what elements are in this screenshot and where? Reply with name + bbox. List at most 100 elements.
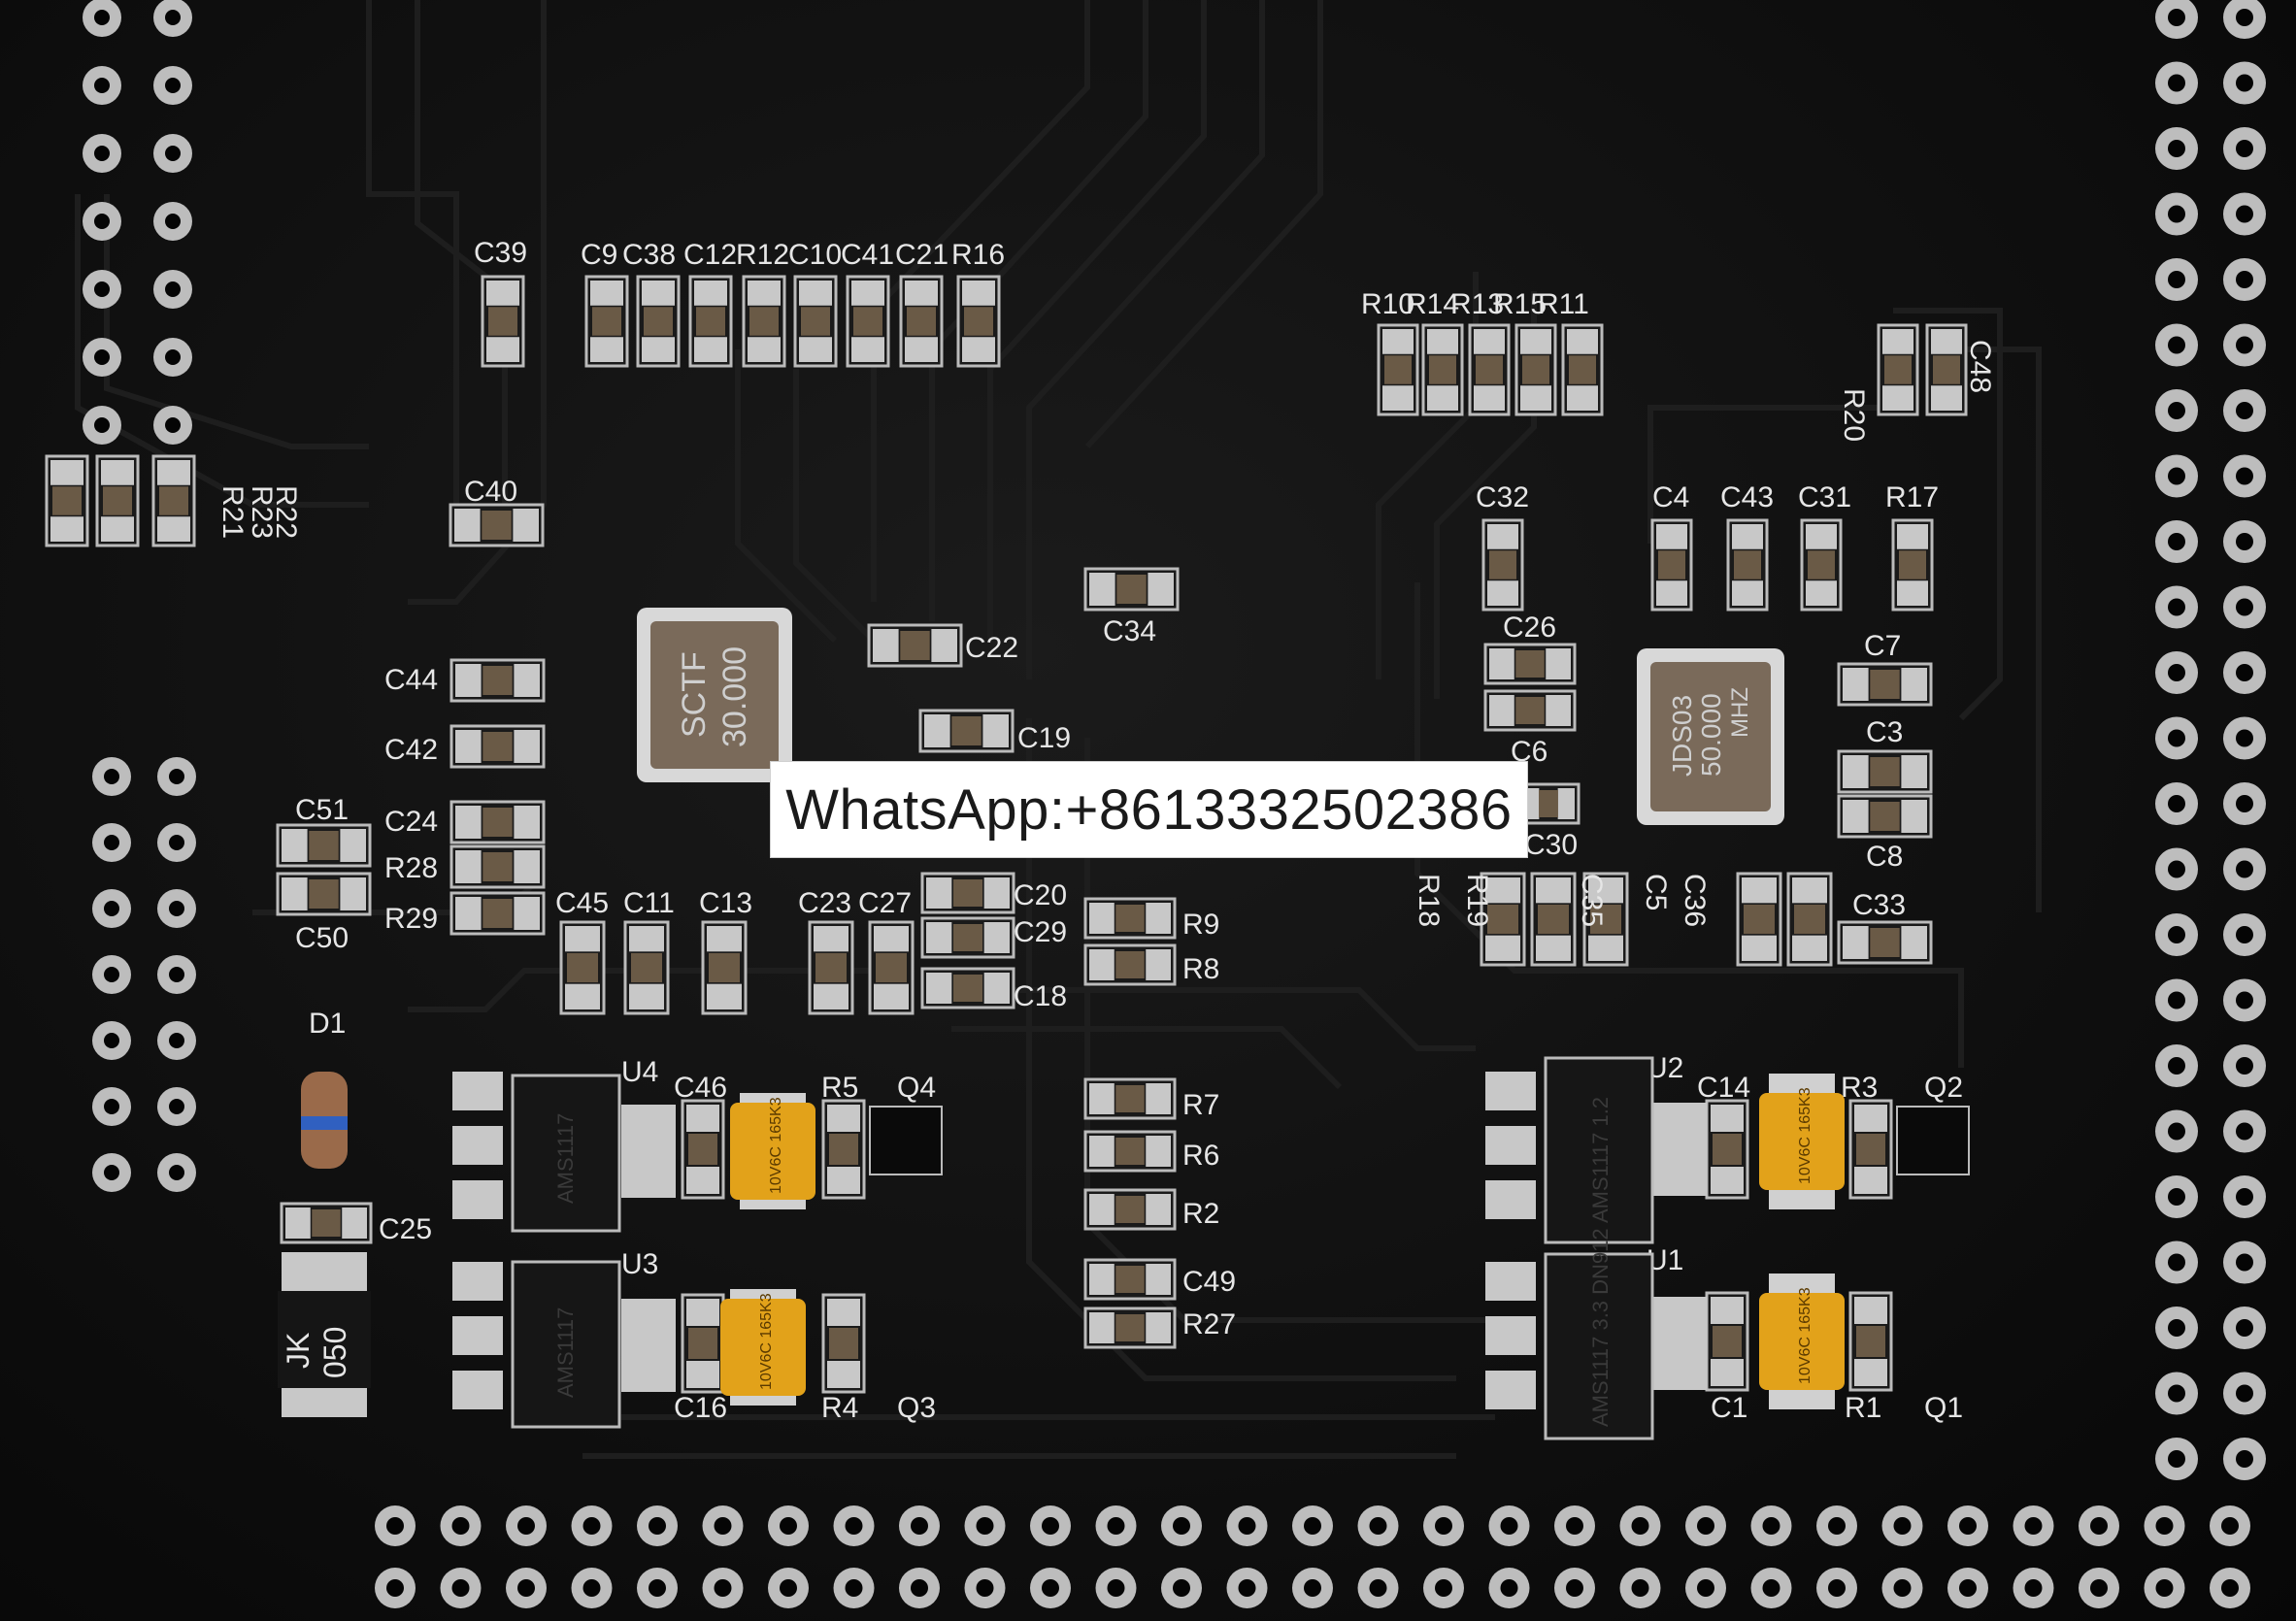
silk-label-c34: C34 [1103,615,1156,647]
silk-label-q4: Q4 [897,1072,936,1104]
silk-label-r29: R29 [384,903,438,935]
silk-label-c41: C41 [841,239,894,271]
silk-label-r11: R11 [1538,288,1589,320]
silk-label-r9: R9 [1182,909,1219,941]
silk-label-u4: U4 [621,1056,658,1088]
fuse-f1: JK 050 [278,1252,371,1417]
silk-label-c7: C7 [1864,630,1901,662]
silk-label-r7: R7 [1182,1089,1219,1121]
silk-label-q3: Q3 [897,1392,936,1424]
silk-label-r19: R19 [1461,874,1493,927]
silk-label-r12: R12 [736,239,789,271]
silk-label-r20: R20 [1838,388,1870,442]
crystal-y1: SCTF 30.000 [637,608,792,782]
silk-label-c27: C27 [858,887,912,919]
silk-label-c51: C51 [295,794,349,826]
regulator-u4-marking: AMS1117 [553,1113,578,1204]
tantalum-c47: 10V6C 165K3 [730,1093,815,1209]
silk-label-c45: C45 [555,887,609,919]
silk-label-c43: C43 [1720,481,1774,513]
diode-d1 [301,1072,348,1169]
silk-label-r2: R2 [1182,1198,1219,1230]
silk-label-c21: C21 [895,239,948,271]
silk-label-c39: C39 [474,237,527,269]
tantalum-c17: 10V6C 165K3 [720,1289,806,1406]
silk-label-c20: C20 [1014,879,1067,911]
tantalum-c2: 10V6C 165K3 [1759,1274,1845,1409]
regulator-u2: AMS1117 1.2 [1544,1056,1654,1244]
silk-label-c8: C8 [1866,841,1903,873]
silk-label-c19: C19 [1017,722,1071,754]
silk-label-r18: R18 [1413,874,1445,927]
silk-label-r21: R21 [216,485,249,539]
silk-label-c22: C22 [965,632,1018,664]
silk-label-c40: C40 [464,476,517,508]
crystal-y2-line3: MHZ [1727,687,1753,738]
silk-label-r17: R17 [1885,481,1939,513]
regulator-u3: AMS1117 [511,1260,621,1429]
silk-label-r5: R5 [821,1072,858,1104]
silk-label-u3: U3 [621,1248,658,1280]
silk-label-c25: C25 [379,1213,432,1245]
silk-label-c46: C46 [674,1072,727,1104]
tantalum-c47-marking: 10V6C 165K3 [768,1097,784,1194]
silk-label-r8: R8 [1182,953,1219,985]
fuse-f1-line2: 050 [317,1327,352,1378]
crystal-y1-line2: 30.000 [716,646,753,747]
regulator-u3-marking: AMS1117 [553,1307,578,1398]
silk-label-r27: R27 [1182,1308,1236,1340]
silk-label-c42: C42 [384,734,438,766]
silk-label-c38: C38 [622,239,676,271]
silk-label-c5: C5 [1640,874,1672,910]
silk-label-c31: C31 [1798,481,1851,513]
silk-label-r23: R23 [246,485,278,539]
silk-label-c13: C13 [699,887,752,919]
silk-label-c1: C1 [1711,1392,1747,1424]
silk-label-r4: R4 [821,1392,858,1424]
silk-label-c33: C33 [1852,889,1906,921]
silk-label-c49: C49 [1182,1266,1236,1298]
silk-label-c32: C32 [1476,481,1529,513]
tantalum-c15-marking: 10V6C 165K3 [1797,1087,1814,1184]
whatsapp-overlay-text: WhatsApp:+8613332502386 [785,777,1513,842]
crystal-y2-line1: JDS03 [1667,695,1697,777]
pcb-board: C39 C9 C38 C12 R12 C10 C41 C21 R16 R10 R14 R13 R15 R1… [0,0,2296,1621]
silk-label-c11: C11 [623,887,675,919]
silk-label-c30: C30 [1524,829,1578,861]
silk-label-d1: D1 [309,1008,346,1040]
silk-label-q2: Q2 [1924,1072,1963,1104]
silk-label-r3: R3 [1841,1072,1878,1104]
silk-label-c12: C12 [683,239,737,271]
tantalum-c2-marking: 10V6C 165K3 [1797,1287,1814,1384]
silk-label-c3: C3 [1866,716,1903,748]
regulator-u2-marking: AMS1117 1.2 [1588,1097,1613,1223]
silk-label-r1: R1 [1845,1392,1881,1424]
silk-label-c23: C23 [798,887,851,919]
silk-label-c44: C44 [384,664,438,696]
regulator-u1: AMS1117 3.3 DN912 [1544,1228,1654,1440]
silk-label-c9: C9 [581,239,617,271]
silk-label-c18: C18 [1014,980,1067,1012]
regulator-u4: AMS1117 [511,1074,621,1233]
silk-label-c36: C36 [1679,874,1711,927]
silk-label-c4: C4 [1652,481,1689,513]
silk-label-c48: C48 [1964,340,1996,393]
silk-label-q1: Q1 [1924,1392,1963,1424]
crystal-y2-line2: 50.000 [1696,693,1726,777]
silk-label-r16: R16 [951,239,1005,271]
crystal-y1-line1: SCTF [676,651,713,738]
silk-label-r28: R28 [384,852,438,884]
silk-label-c35: C35 [1576,874,1608,927]
fuse-f1-line1: JK [281,1333,316,1369]
silk-label-c16: C16 [674,1392,727,1424]
regulator-u1-marking: AMS1117 3.3 DN912 [1588,1228,1613,1427]
tantalum-c15: 10V6C 165K3 [1759,1074,1845,1209]
silk-label-c14: C14 [1697,1072,1750,1104]
silk-label-c24: C24 [384,806,438,838]
silk-label-r6: R6 [1182,1140,1219,1172]
silk-label-c29: C29 [1014,916,1067,948]
whatsapp-overlay: WhatsApp:+8613332502386 [770,761,1528,858]
crystal-y2: JDS03 50.000 MHZ [1637,648,1784,825]
silk-label-c50: C50 [295,922,349,954]
silk-label-c10: C10 [788,239,842,271]
